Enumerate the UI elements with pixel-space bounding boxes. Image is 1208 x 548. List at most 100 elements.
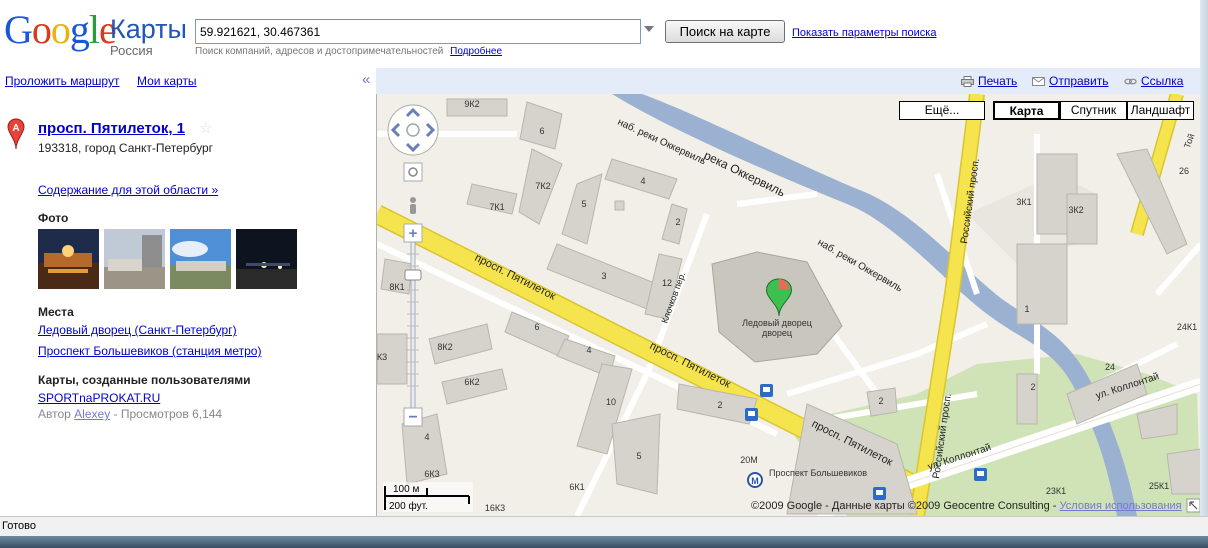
- header: Google Карты Россия Поиск на карте Показ…: [0, 0, 1208, 68]
- region-name: Россия: [110, 43, 153, 58]
- places-title: Места: [38, 305, 74, 319]
- terms-link[interactable]: Условия использования: [1060, 500, 1182, 512]
- place-link-metro[interactable]: Проспект Большевиков (станция метро): [38, 344, 261, 358]
- print-link[interactable]: Печать: [978, 74, 1017, 88]
- poi-label-2: дворец: [762, 328, 792, 338]
- house-number: 7К2: [535, 181, 550, 191]
- house-number: 4: [586, 345, 591, 355]
- map-canvas[interactable]: просп. Пятилеток просп. Пятилеток просп.…: [376, 94, 1200, 516]
- user-map-link[interactable]: SPORTnaPROKAT.RU: [38, 391, 160, 405]
- result-title-link[interactable]: просп. Пятилеток, 1: [38, 120, 185, 137]
- pan-control[interactable]: [387, 104, 439, 156]
- house-number: 2: [675, 217, 680, 227]
- bus-stop-icon[interactable]: [873, 487, 886, 500]
- result-marker-a-icon[interactable]: A: [7, 118, 25, 150]
- house-number: 12: [662, 278, 672, 288]
- search-history-dropdown-icon[interactable]: [644, 26, 654, 32]
- window-frame: [1200, 0, 1208, 536]
- photo-thumbnail[interactable]: [38, 229, 99, 289]
- photos-title: Фото: [38, 211, 69, 225]
- house-number: 5: [636, 451, 641, 461]
- house-number: 10: [606, 397, 616, 407]
- zoom-in-icon: +: [409, 225, 418, 242]
- house-number: 3К2: [1068, 205, 1083, 215]
- collapse-panel-icon[interactable]: «: [362, 71, 370, 88]
- status-bar: Готово: [0, 516, 1208, 536]
- user-map-meta: Автор Alexey - Просмотров 6,144: [38, 407, 222, 421]
- scale-metric: 100 м: [393, 484, 419, 495]
- photo-thumbnail[interactable]: [170, 229, 231, 289]
- house-number: 2: [717, 400, 722, 410]
- map-copyright: ©2009 Google - Данные карты ©2009 Geocen…: [751, 500, 1182, 512]
- taskbar: [0, 536, 1208, 548]
- zoom-out-icon: −: [408, 409, 417, 426]
- house-number: 6: [539, 126, 544, 136]
- place-link-ice-palace[interactable]: Ледовый дворец (Санкт-Петербург): [38, 323, 237, 337]
- status-text: Готово: [2, 520, 36, 532]
- house-number: 4: [424, 432, 429, 442]
- search-hint: Поиск компаний, адресов и достопримечате…: [195, 46, 502, 57]
- house-number: 8К2: [437, 342, 452, 352]
- send-link[interactable]: Отправить: [1049, 74, 1109, 88]
- search-hint-more-link[interactable]: Подробнее: [450, 46, 502, 57]
- result-address: 193318, город Санкт-Петербург: [38, 141, 214, 155]
- author-prefix: Автор: [38, 407, 71, 421]
- get-directions-link[interactable]: Проложить маршрут: [5, 74, 119, 88]
- house-number: 23К1: [1046, 486, 1066, 496]
- product-name: Карты: [110, 14, 187, 44]
- map-type-terrain-button[interactable]: Ландшафт: [1127, 101, 1194, 120]
- map-type-satellite-button[interactable]: Спутник: [1060, 101, 1127, 120]
- house-number: 20М: [740, 455, 758, 465]
- photo-thumbnail[interactable]: [104, 229, 165, 289]
- photo-thumbnail[interactable]: [236, 229, 297, 289]
- street-label: наб. реки Оккервиль: [816, 236, 905, 294]
- link-action[interactable]: Ссылка: [1124, 74, 1183, 88]
- star-icon[interactable]: ☆: [199, 119, 212, 137]
- map-scale: 100 м 200 фут.: [383, 482, 473, 512]
- logo-letter: G: [4, 7, 33, 52]
- house-number: 25К1: [1149, 481, 1169, 491]
- map-toolbar: Печать Отправить Ссылка: [376, 68, 1200, 94]
- author-link[interactable]: Alexey: [74, 407, 110, 421]
- map-tiles[interactable]: просп. Пятилеток просп. Пятилеток просп.…: [377, 94, 1200, 516]
- house-number: 26: [1179, 166, 1189, 176]
- bus-stop-icon[interactable]: [760, 384, 773, 397]
- house-number: 1: [1024, 304, 1029, 314]
- house-number: Той: [1182, 132, 1196, 149]
- logo-letter: o: [31, 7, 52, 52]
- print-icon: [961, 75, 974, 87]
- views-count: - Просмотров 6,144: [113, 407, 223, 421]
- metro-label: Проспект Большевиков: [769, 468, 867, 478]
- search-input[interactable]: [195, 19, 641, 44]
- zoom-control[interactable]: + −: [403, 162, 423, 427]
- poi-label: Ледовый дворец: [742, 318, 812, 328]
- area-content-link[interactable]: Содержание для этой области »: [38, 183, 218, 197]
- pegman-icon: [410, 197, 416, 214]
- send-action[interactable]: Отправить: [1032, 74, 1109, 88]
- overview-toggle-icon[interactable]: [1186, 498, 1200, 513]
- map-type-map-button[interactable]: Карта: [993, 101, 1060, 120]
- copyright-text: ©2009 Google - Данные карты ©2009 Geocen…: [751, 500, 1057, 512]
- house-number: 4: [640, 176, 645, 186]
- bus-stop-icon[interactable]: [974, 468, 987, 481]
- my-maps-link[interactable]: Мои карты: [137, 74, 197, 88]
- print-action[interactable]: Печать: [961, 74, 1017, 88]
- bus-stop-icon[interactable]: [745, 408, 758, 421]
- house-number: 8К1: [389, 282, 404, 292]
- house-number: 6К1: [569, 482, 584, 492]
- marker-letter: A: [12, 123, 19, 134]
- metro-letter: М: [751, 476, 759, 486]
- search-hint-text: Поиск компаний, адресов и достопримечате…: [195, 46, 444, 57]
- search-options-link[interactable]: Показать параметры поиска: [792, 27, 936, 39]
- logo-letter: o: [50, 7, 71, 52]
- google-logo[interactable]: Google: [4, 7, 117, 52]
- search-button[interactable]: Поиск на карте: [665, 20, 785, 43]
- panel-toolbar: Проложить маршрут Мои карты «: [0, 68, 376, 94]
- house-number: 24К1: [1177, 322, 1197, 332]
- house-number: 3: [601, 271, 606, 281]
- link-link[interactable]: Ссылка: [1141, 74, 1183, 88]
- map-type-more-button[interactable]: Ещё...: [899, 101, 985, 120]
- house-number: 2: [878, 396, 883, 406]
- house-number: 2: [1030, 382, 1035, 392]
- scale-imperial: 200 фут.: [389, 500, 428, 512]
